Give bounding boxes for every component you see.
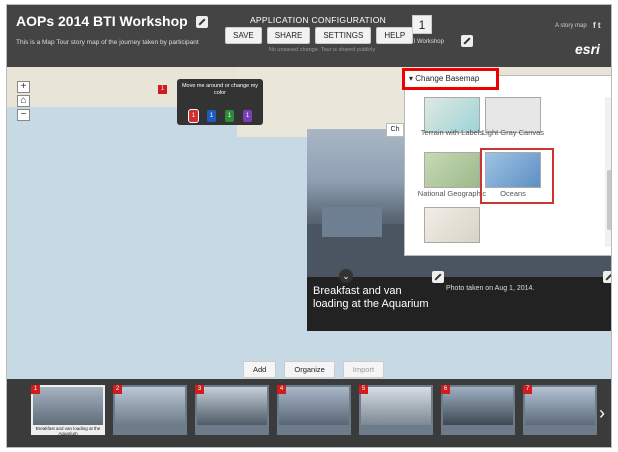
carousel-slide-2[interactable]: 2 — [113, 385, 187, 435]
tooltip-text: Move me around or change my color — [181, 83, 259, 96]
carousel-slide-7[interactable]: 7 — [523, 385, 597, 435]
app-window: AOPs 2014 BTI Workshop This is a Map Tou… — [6, 4, 612, 448]
slide-number: 3 — [195, 385, 204, 394]
collapse-caption-icon[interactable]: ⌄ — [339, 269, 353, 283]
tour-subtitle: This is a Map Tour story map of the jour… — [16, 39, 199, 46]
change-basemap-header[interactable]: ▾ Change Basemap — [402, 68, 499, 90]
slide-number: 4 — [277, 385, 286, 394]
basemap-oceans-highlight — [480, 148, 554, 204]
social-icons[interactable]: f t — [593, 21, 601, 30]
slide-number: 5 — [359, 385, 368, 394]
edit-media-icon[interactable] — [603, 271, 611, 283]
add-button[interactable]: Add — [243, 361, 277, 378]
save-status: No unsaved change. Tour is shared public… — [268, 47, 376, 53]
config-title: APPLICATION CONFIGURATION — [249, 15, 387, 25]
organize-button[interactable]: Organize — [284, 361, 335, 378]
tour-title-text: AOPs 2014 BTI Workshop — [16, 13, 188, 29]
header-button-row: SAVE SHARE SETTINGS HELP — [225, 27, 414, 44]
photo-date: Photo taken on Aug 1, 2014. — [446, 285, 535, 292]
import-button[interactable]: Import — [342, 361, 385, 378]
slide-image — [361, 387, 431, 425]
esri-logo: esri — [575, 41, 600, 57]
home-button[interactable]: ⌂ — [17, 95, 30, 107]
slide-number: 1 — [31, 385, 40, 394]
color-pin-green[interactable]: 1 — [225, 110, 234, 122]
slide-image — [115, 387, 185, 425]
carousel-slide-3[interactable]: 3 — [195, 385, 269, 435]
share-button[interactable]: SHARE — [266, 27, 311, 44]
slide-image — [279, 387, 349, 425]
slide-image — [33, 387, 103, 425]
slide-image — [525, 387, 595, 425]
change-basemap-label: Change Basemap — [415, 74, 480, 83]
color-pin-red[interactable]: 1 — [188, 109, 199, 123]
color-pin-purple[interactable]: 1 — [243, 110, 252, 122]
color-pin-blue[interactable]: 1 — [207, 110, 216, 122]
theme-label: TI Workshop — [410, 39, 444, 45]
header-bar: AOPs 2014 BTI Workshop This is a Map Tou… — [7, 5, 611, 67]
basemap-scroll-thumb[interactable] — [607, 170, 611, 230]
edit-caption-icon[interactable] — [432, 271, 444, 283]
carousel-slide-6[interactable]: 6 — [441, 385, 515, 435]
basemap-terrain-label: Terrain with Labels — [420, 128, 484, 137]
change-basemap-chip[interactable]: Ch — [386, 123, 404, 137]
slide-number: 2 — [113, 385, 122, 394]
basemap-natgeo-label: National Geographic — [417, 189, 487, 198]
carousel-slide-5[interactable]: 5 — [359, 385, 433, 435]
photo-caption: Breakfast and van loading at the Aquariu… — [313, 285, 429, 310]
zoom-in-button[interactable]: + — [17, 81, 30, 93]
tour-controls: Add Organize Import — [243, 361, 385, 378]
map-pin-1[interactable]: 1 — [158, 85, 167, 94]
slide-caption: Breakfast and van loading at the Aquariu… — [35, 426, 101, 436]
slide-number: 6 — [441, 385, 450, 394]
save-button[interactable]: SAVE — [225, 27, 262, 44]
zoom-out-button[interactable]: − — [17, 109, 30, 121]
theme-number[interactable]: 1 — [412, 15, 432, 34]
slide-number: 7 — [523, 385, 532, 394]
carousel-slide-4[interactable]: 4 — [277, 385, 351, 435]
basemap-streets-thumb[interactable] — [424, 207, 480, 243]
basemap-gray-label: Light Gray Canvas — [481, 128, 545, 137]
edit-theme-icon[interactable] — [461, 35, 473, 47]
carousel-next-icon[interactable]: › — [599, 403, 605, 424]
slide-image — [197, 387, 267, 425]
story-map-link[interactable]: A story map — [555, 23, 587, 29]
pin-tooltip: Move me around or change my color 1 1 1 … — [177, 79, 263, 125]
basemap-natgeo-thumb[interactable] — [424, 152, 480, 188]
thumbnail-carousel: 1 Breakfast and van loading at the Aquar… — [7, 379, 611, 447]
carousel-slide-1[interactable]: 1 Breakfast and van loading at the Aquar… — [31, 385, 105, 436]
tour-title: AOPs 2014 BTI Workshop — [16, 13, 208, 29]
edit-title-icon[interactable] — [195, 16, 208, 29]
help-button[interactable]: HELP — [376, 27, 414, 44]
settings-button[interactable]: SETTINGS — [315, 27, 372, 44]
slide-image — [443, 387, 513, 425]
